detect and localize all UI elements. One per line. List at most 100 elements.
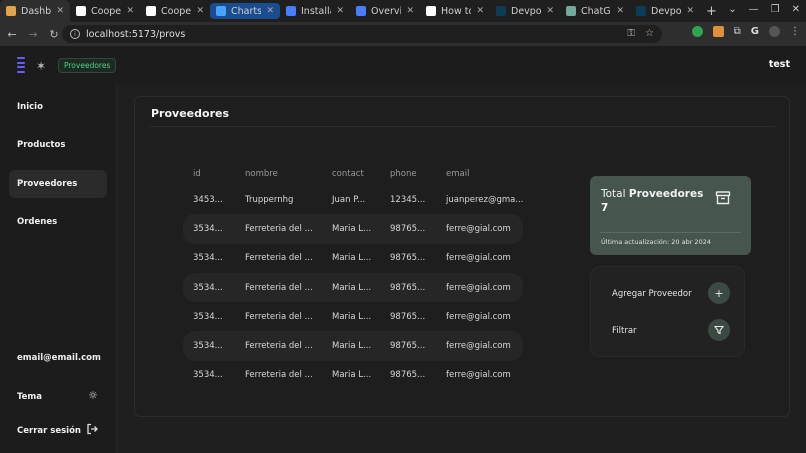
last-updated: Última actualización: 20 abr 2024: [601, 238, 711, 246]
extensions-puzzle-icon[interactable]: ⧉: [734, 26, 741, 37]
url-input[interactable]: i localhost:5173/provs ⚿ ☆: [62, 25, 662, 43]
cell-contact: Juan P...: [332, 194, 366, 205]
sidebar-item-ordenes[interactable]: Ordenes: [9, 208, 107, 236]
column-header-nombre[interactable]: nombre: [235, 163, 322, 185]
cell-nombre: Ferreteria del ...: [235, 331, 322, 361]
cell-nombre: Ferreteria del ...: [235, 272, 322, 303]
site-info-icon[interactable]: i: [70, 29, 80, 39]
cell-contact: Maria L...: [322, 272, 380, 303]
close-tab-icon[interactable]: ✕: [266, 6, 274, 16]
logout-icon[interactable]: [86, 423, 98, 438]
browser-tab[interactable]: Dashbo ✕: [0, 0, 70, 22]
divider: [600, 232, 741, 233]
sidebar-item-label: Productos: [17, 140, 66, 150]
cell-nombre: Ferreteria del ...: [235, 214, 322, 244]
browser-tab[interactable]: ChatGP ✕: [560, 0, 630, 22]
table-row[interactable]: 3534... Ferreteria del ... Maria L... 98765…: [183, 272, 524, 303]
chevron-down-icon[interactable]: ⌄: [728, 4, 736, 15]
cell-contact: Maria L...: [332, 253, 372, 264]
menu-kebab-icon[interactable]: ⋮: [790, 26, 800, 37]
browser-tab[interactable]: Cooper ✕: [70, 0, 140, 22]
address-bar: ← → ↻ i localhost:5173/provs ⚿ ☆: [0, 22, 806, 46]
minimize-icon[interactable]: —: [749, 4, 759, 15]
theme-label: Tema: [17, 392, 43, 402]
breadcrumb[interactable]: Proveedores: [58, 58, 117, 73]
browser-tab[interactable]: Devpost ✕: [630, 0, 700, 22]
table-row[interactable]: 3534... Ferreteria del ... Maria L... 98765…: [183, 331, 524, 361]
cell-id: 3534...: [183, 331, 235, 361]
total-title: Proveedores: [628, 188, 704, 200]
close-tab-icon[interactable]: ✕: [546, 6, 554, 16]
cell-id: 3534...: [183, 272, 235, 303]
cell-id: 3534...: [183, 214, 235, 244]
hamburger-menu-icon[interactable]: [17, 57, 25, 73]
filter-button[interactable]: [708, 319, 730, 341]
cell-contact: Maria L...: [332, 370, 372, 381]
close-tab-icon[interactable]: ✕: [126, 6, 134, 16]
browser-tab[interactable]: Cooper ✕: [140, 0, 210, 22]
filter-label: Filtrar: [612, 326, 637, 336]
sidebar-item-inicio[interactable]: Inicio: [9, 93, 107, 121]
page-title: Proveedores: [151, 107, 229, 120]
google-icon[interactable]: G: [751, 26, 759, 37]
browser-tab[interactable]: Overvie ✕: [350, 0, 420, 22]
browser-tab[interactable]: How to ✕: [420, 0, 490, 22]
table-row[interactable]: 3534... Ferreteria del ... Maria L... 98765…: [183, 214, 524, 244]
back-icon[interactable]: ←: [3, 28, 21, 41]
table-row[interactable]: 3453... Truppernhg Juan P... 12345... juanpe…: [183, 185, 523, 214]
table-row[interactable]: 3534... Ferreteria del ... Maria L... 98765…: [183, 302, 523, 331]
plus-icon: +: [714, 286, 724, 300]
cell-email: ferre@gial.com: [446, 311, 511, 322]
column-header-contact[interactable]: contact: [322, 163, 380, 185]
sidebar-item-productos[interactable]: Productos: [9, 131, 107, 159]
close-window-icon[interactable]: ✕: [792, 4, 800, 15]
close-tab-icon[interactable]: ✕: [686, 6, 694, 16]
extension-toolbar: ⧉ G ⋮: [691, 26, 800, 37]
password-key-icon[interactable]: ⚿: [627, 28, 635, 39]
forward-icon[interactable]: →: [24, 28, 42, 41]
sidebar-item-proveedores[interactable]: Proveedores: [9, 170, 107, 198]
close-tab-icon[interactable]: ✕: [336, 6, 344, 16]
browser-tab[interactable]: Devpost ✕: [490, 0, 560, 22]
cell-phone: 12345...: [390, 194, 426, 205]
profile-avatar-icon[interactable]: [769, 26, 780, 37]
cell-phone: 98765...: [380, 331, 436, 361]
browser-tab-title: Installat: [301, 5, 331, 17]
sidebar-item-label: Ordenes: [17, 217, 58, 227]
browser-tab[interactable]: Charts - ✕: [210, 3, 280, 19]
close-tab-icon[interactable]: ✕: [406, 6, 414, 16]
column-header-phone[interactable]: phone: [380, 163, 436, 185]
divider: [149, 126, 775, 127]
add-provider-button[interactable]: +: [708, 282, 730, 304]
restore-icon[interactable]: ❐: [771, 4, 780, 15]
close-tab-icon[interactable]: ✕: [476, 6, 484, 16]
cell-nombre: Ferreteria del ...: [245, 311, 313, 322]
extension-pen-icon[interactable]: [712, 26, 724, 37]
cell-email: ferre@gial.com: [436, 214, 524, 244]
extension-green-icon[interactable]: [691, 26, 703, 37]
reload-icon[interactable]: ↻: [45, 28, 63, 41]
new-tab-icon[interactable]: +: [700, 4, 723, 19]
cell-phone: 98765...: [380, 214, 436, 244]
charts-favicon: [216, 6, 226, 16]
close-tab-icon[interactable]: ✕: [56, 6, 64, 16]
sun-icon[interactable]: ☼: [88, 389, 98, 402]
username[interactable]: test: [769, 59, 790, 70]
column-header-email[interactable]: email: [436, 163, 523, 185]
browser-tab-title: Charts -: [231, 5, 262, 17]
actions-card: Agregar Proveedor + Filtrar: [590, 266, 745, 357]
table-row[interactable]: 3534... Ferreteria del ... Maria L... 98765…: [183, 244, 523, 273]
cell-phone: 98765...: [390, 311, 426, 322]
bookmark-star-icon[interactable]: ☆: [645, 28, 654, 39]
url-text: localhost:5173/provs: [86, 28, 186, 40]
logout-label[interactable]: Cerrar sesión: [17, 426, 81, 436]
column-header-id[interactable]: id: [183, 163, 235, 185]
close-tab-icon[interactable]: ✕: [196, 6, 204, 16]
cell-phone: 98765...: [390, 253, 426, 264]
close-tab-icon[interactable]: ✕: [616, 6, 624, 16]
cell-email: ferre@gial.com: [436, 272, 524, 303]
total-providers-card: Total Proveedores 7 Última actualización…: [590, 176, 751, 255]
table-row[interactable]: 3534... Ferreteria del ... Maria L... 98765…: [183, 361, 523, 390]
cell-email: ferre@gial.com: [446, 370, 511, 381]
browser-tab[interactable]: Installat ✕: [280, 0, 350, 22]
